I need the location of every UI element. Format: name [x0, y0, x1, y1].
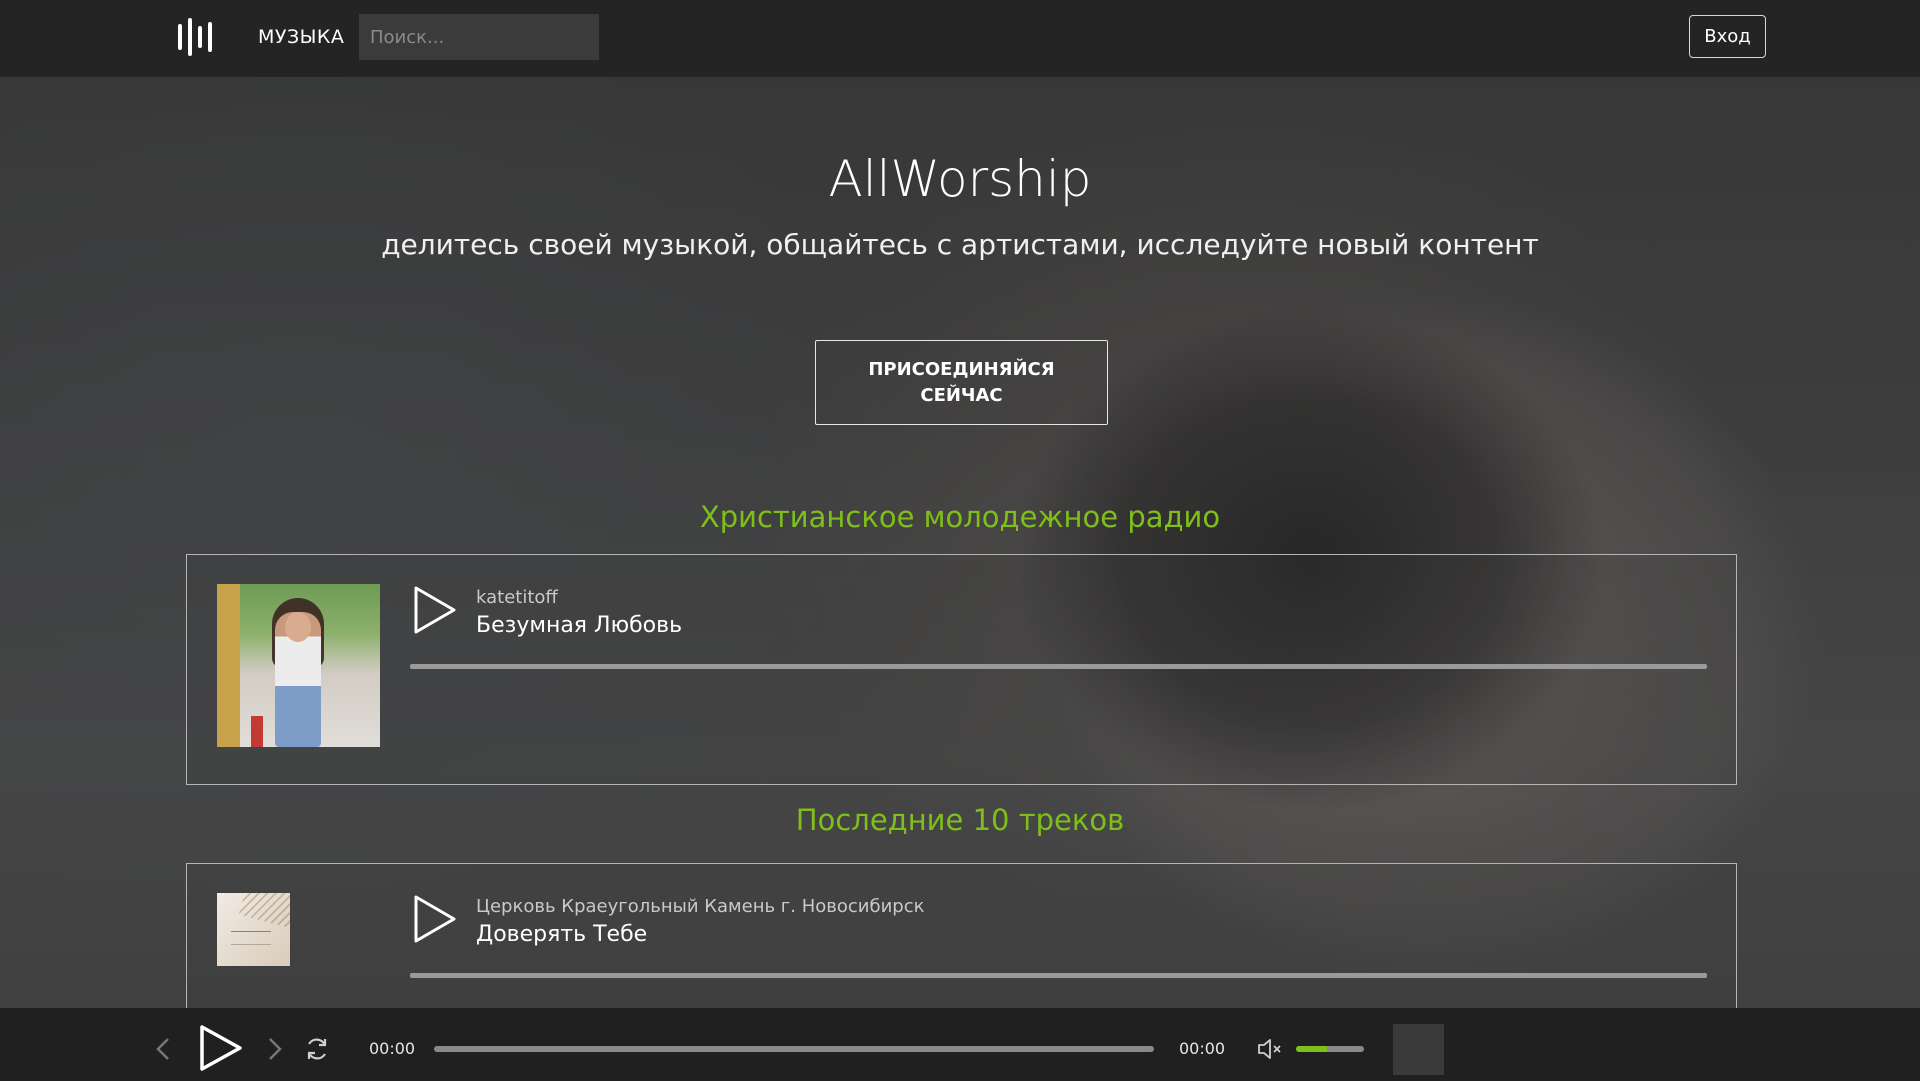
- login-button[interactable]: Вход: [1689, 15, 1766, 58]
- prev-icon[interactable]: [154, 1036, 172, 1062]
- track-cover-image[interactable]: [217, 584, 380, 747]
- join-now-button[interactable]: ПРИСОЕДИНЯЙСЯ СЕЙЧАС: [815, 340, 1108, 425]
- track-card: katetitoff Безумная Любовь: [186, 554, 1737, 785]
- player-cover-thumbnail[interactable]: [1393, 1024, 1444, 1075]
- section-title-radio: Христианское молодежное радио: [699, 500, 1221, 534]
- top-navbar: МУЗЫКА Вход: [0, 0, 1920, 77]
- page-title: AllWorship: [828, 150, 1092, 208]
- volume-icon[interactable]: [1257, 1037, 1283, 1061]
- track-artist[interactable]: katetitoff: [476, 587, 558, 608]
- seek-bar[interactable]: [434, 1046, 1154, 1052]
- join-label-line2: СЕЙЧАС: [920, 384, 1003, 406]
- repeat-icon[interactable]: [304, 1036, 330, 1062]
- track-waveform-progress[interactable]: [410, 664, 1707, 669]
- track-cover-image[interactable]: [217, 893, 290, 966]
- play-icon[interactable]: [413, 585, 457, 635]
- total-time: 00:00: [1179, 1039, 1226, 1058]
- track-card: Церковь Краеугольный Камень г. Новосибир…: [186, 863, 1737, 1023]
- nav-music-link[interactable]: МУЗЫКА: [258, 26, 344, 48]
- search-input[interactable]: [359, 14, 599, 60]
- bottom-player-bar: [0, 1008, 1920, 1081]
- track-title[interactable]: Безумная Любовь: [476, 613, 682, 638]
- volume-slider[interactable]: [1296, 1046, 1364, 1052]
- track-artist[interactable]: Церковь Краеугольный Камень г. Новосибир…: [476, 896, 924, 917]
- next-icon[interactable]: [266, 1036, 284, 1062]
- track-title[interactable]: Доверять Тебе: [476, 922, 647, 947]
- play-icon[interactable]: [413, 894, 457, 944]
- section-title-latest: Последние 10 треков: [795, 803, 1125, 837]
- logo-icon[interactable]: [178, 18, 218, 56]
- join-label-line1: ПРИСОЕДИНЯЙСЯ: [868, 358, 1055, 380]
- volume-level: [1296, 1046, 1327, 1052]
- page-subtitle: делитесь своей музыкой, общайтесь с арти…: [381, 228, 1539, 261]
- track-waveform-progress[interactable]: [410, 973, 1707, 978]
- play-icon[interactable]: [198, 1023, 244, 1073]
- current-time: 00:00: [369, 1039, 416, 1058]
